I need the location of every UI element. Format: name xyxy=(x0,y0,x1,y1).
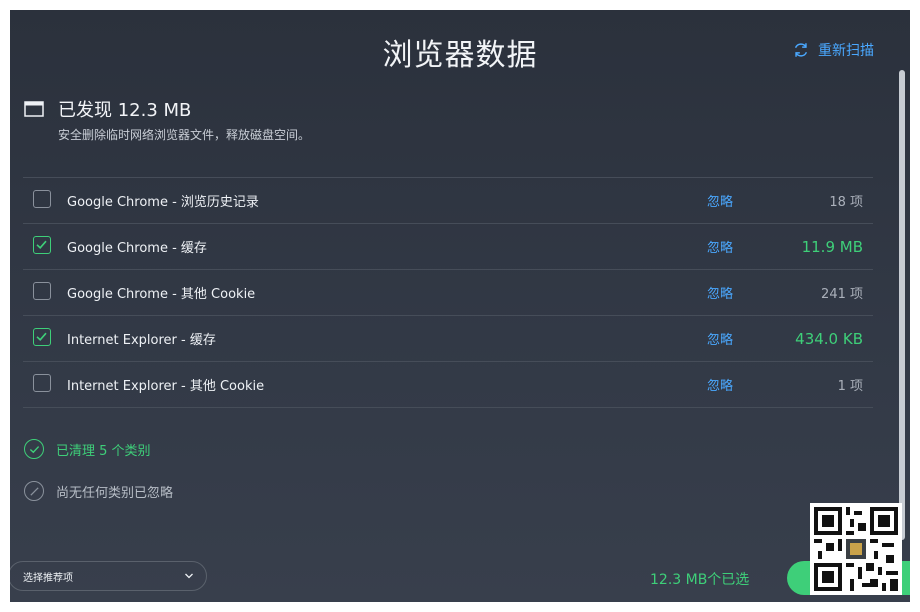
ignore-link[interactable]: 忽略 xyxy=(707,375,733,394)
cleaned-status: 已清理 5 个类别 xyxy=(24,439,151,459)
ignored-status-label: 尚无任何类别已忽略 xyxy=(56,485,174,501)
refresh-icon xyxy=(794,43,808,57)
scrollbar[interactable] xyxy=(899,70,905,540)
item-size: 434.0 KB xyxy=(795,329,863,348)
item-size: 18 项 xyxy=(829,195,863,210)
browser-window-icon xyxy=(24,101,44,117)
item-checkbox[interactable] xyxy=(33,282,51,300)
select-recommended-label: 选择推荐项 xyxy=(23,572,73,584)
rescan-button[interactable]: 重新扫描 xyxy=(792,40,874,60)
check-circle-icon xyxy=(24,439,44,459)
item-label: Internet Explorer - 缓存 xyxy=(67,333,216,348)
found-title: 已发现 12.3 MB xyxy=(58,100,192,121)
qr-code-image xyxy=(810,503,902,595)
checkmark-icon xyxy=(36,332,47,341)
rescan-label: 重新扫描 xyxy=(818,43,874,59)
list-item: Internet Explorer - 缓存 忽略 434.0 KB xyxy=(23,316,873,362)
item-size: 11.9 MB xyxy=(801,237,863,256)
found-subtitle: 安全删除临时网络浏览器文件，释放磁盘空间。 xyxy=(58,128,311,142)
item-label: Google Chrome - 浏览历史记录 xyxy=(67,195,259,210)
item-size: 241 项 xyxy=(821,287,863,302)
item-checkbox[interactable] xyxy=(33,190,51,208)
page-title: 浏览器数据 xyxy=(382,38,538,73)
browser-data-list: Google Chrome - 浏览历史记录 忽略 18 项 Google Ch… xyxy=(23,177,873,408)
ignore-link[interactable]: 忽略 xyxy=(707,329,733,348)
scrollbar-thumb[interactable] xyxy=(899,70,905,540)
item-label: Google Chrome - 其他 Cookie xyxy=(67,287,256,302)
item-label: Internet Explorer - 其他 Cookie xyxy=(67,379,265,394)
prohibited-icon xyxy=(24,481,44,501)
list-item: Internet Explorer - 其他 Cookie 忽略 1 项 xyxy=(23,362,873,408)
list-item: Google Chrome - 缓存 忽略 11.9 MB xyxy=(23,224,873,270)
item-label: Google Chrome - 缓存 xyxy=(67,241,207,256)
ignore-link[interactable]: 忽略 xyxy=(707,283,733,302)
list-item: Google Chrome - 浏览历史记录 忽略 18 项 xyxy=(23,178,873,224)
item-checkbox[interactable] xyxy=(33,328,51,346)
chevron-down-icon xyxy=(185,573,193,579)
ignored-status: 尚无任何类别已忽略 xyxy=(24,481,173,501)
ignore-link[interactable]: 忽略 xyxy=(707,237,733,256)
list-item: Google Chrome - 其他 Cookie 忽略 241 项 xyxy=(23,270,873,316)
cleaned-status-label: 已清理 5 个类别 xyxy=(56,443,151,459)
checkmark-icon xyxy=(36,240,47,249)
item-size: 1 项 xyxy=(837,379,863,394)
selected-size-summary: 12.3 MB个已选 xyxy=(650,572,750,588)
item-checkbox[interactable] xyxy=(33,374,51,392)
browser-data-window: 浏览器数据 重新扫描 已发现 12.3 MB 安全删除临时网络浏览器文件，释放磁… xyxy=(10,10,910,602)
select-recommended-dropdown[interactable]: 选择推荐项 xyxy=(10,561,207,591)
ignore-link[interactable]: 忽略 xyxy=(707,191,733,210)
item-checkbox[interactable] xyxy=(33,236,51,254)
